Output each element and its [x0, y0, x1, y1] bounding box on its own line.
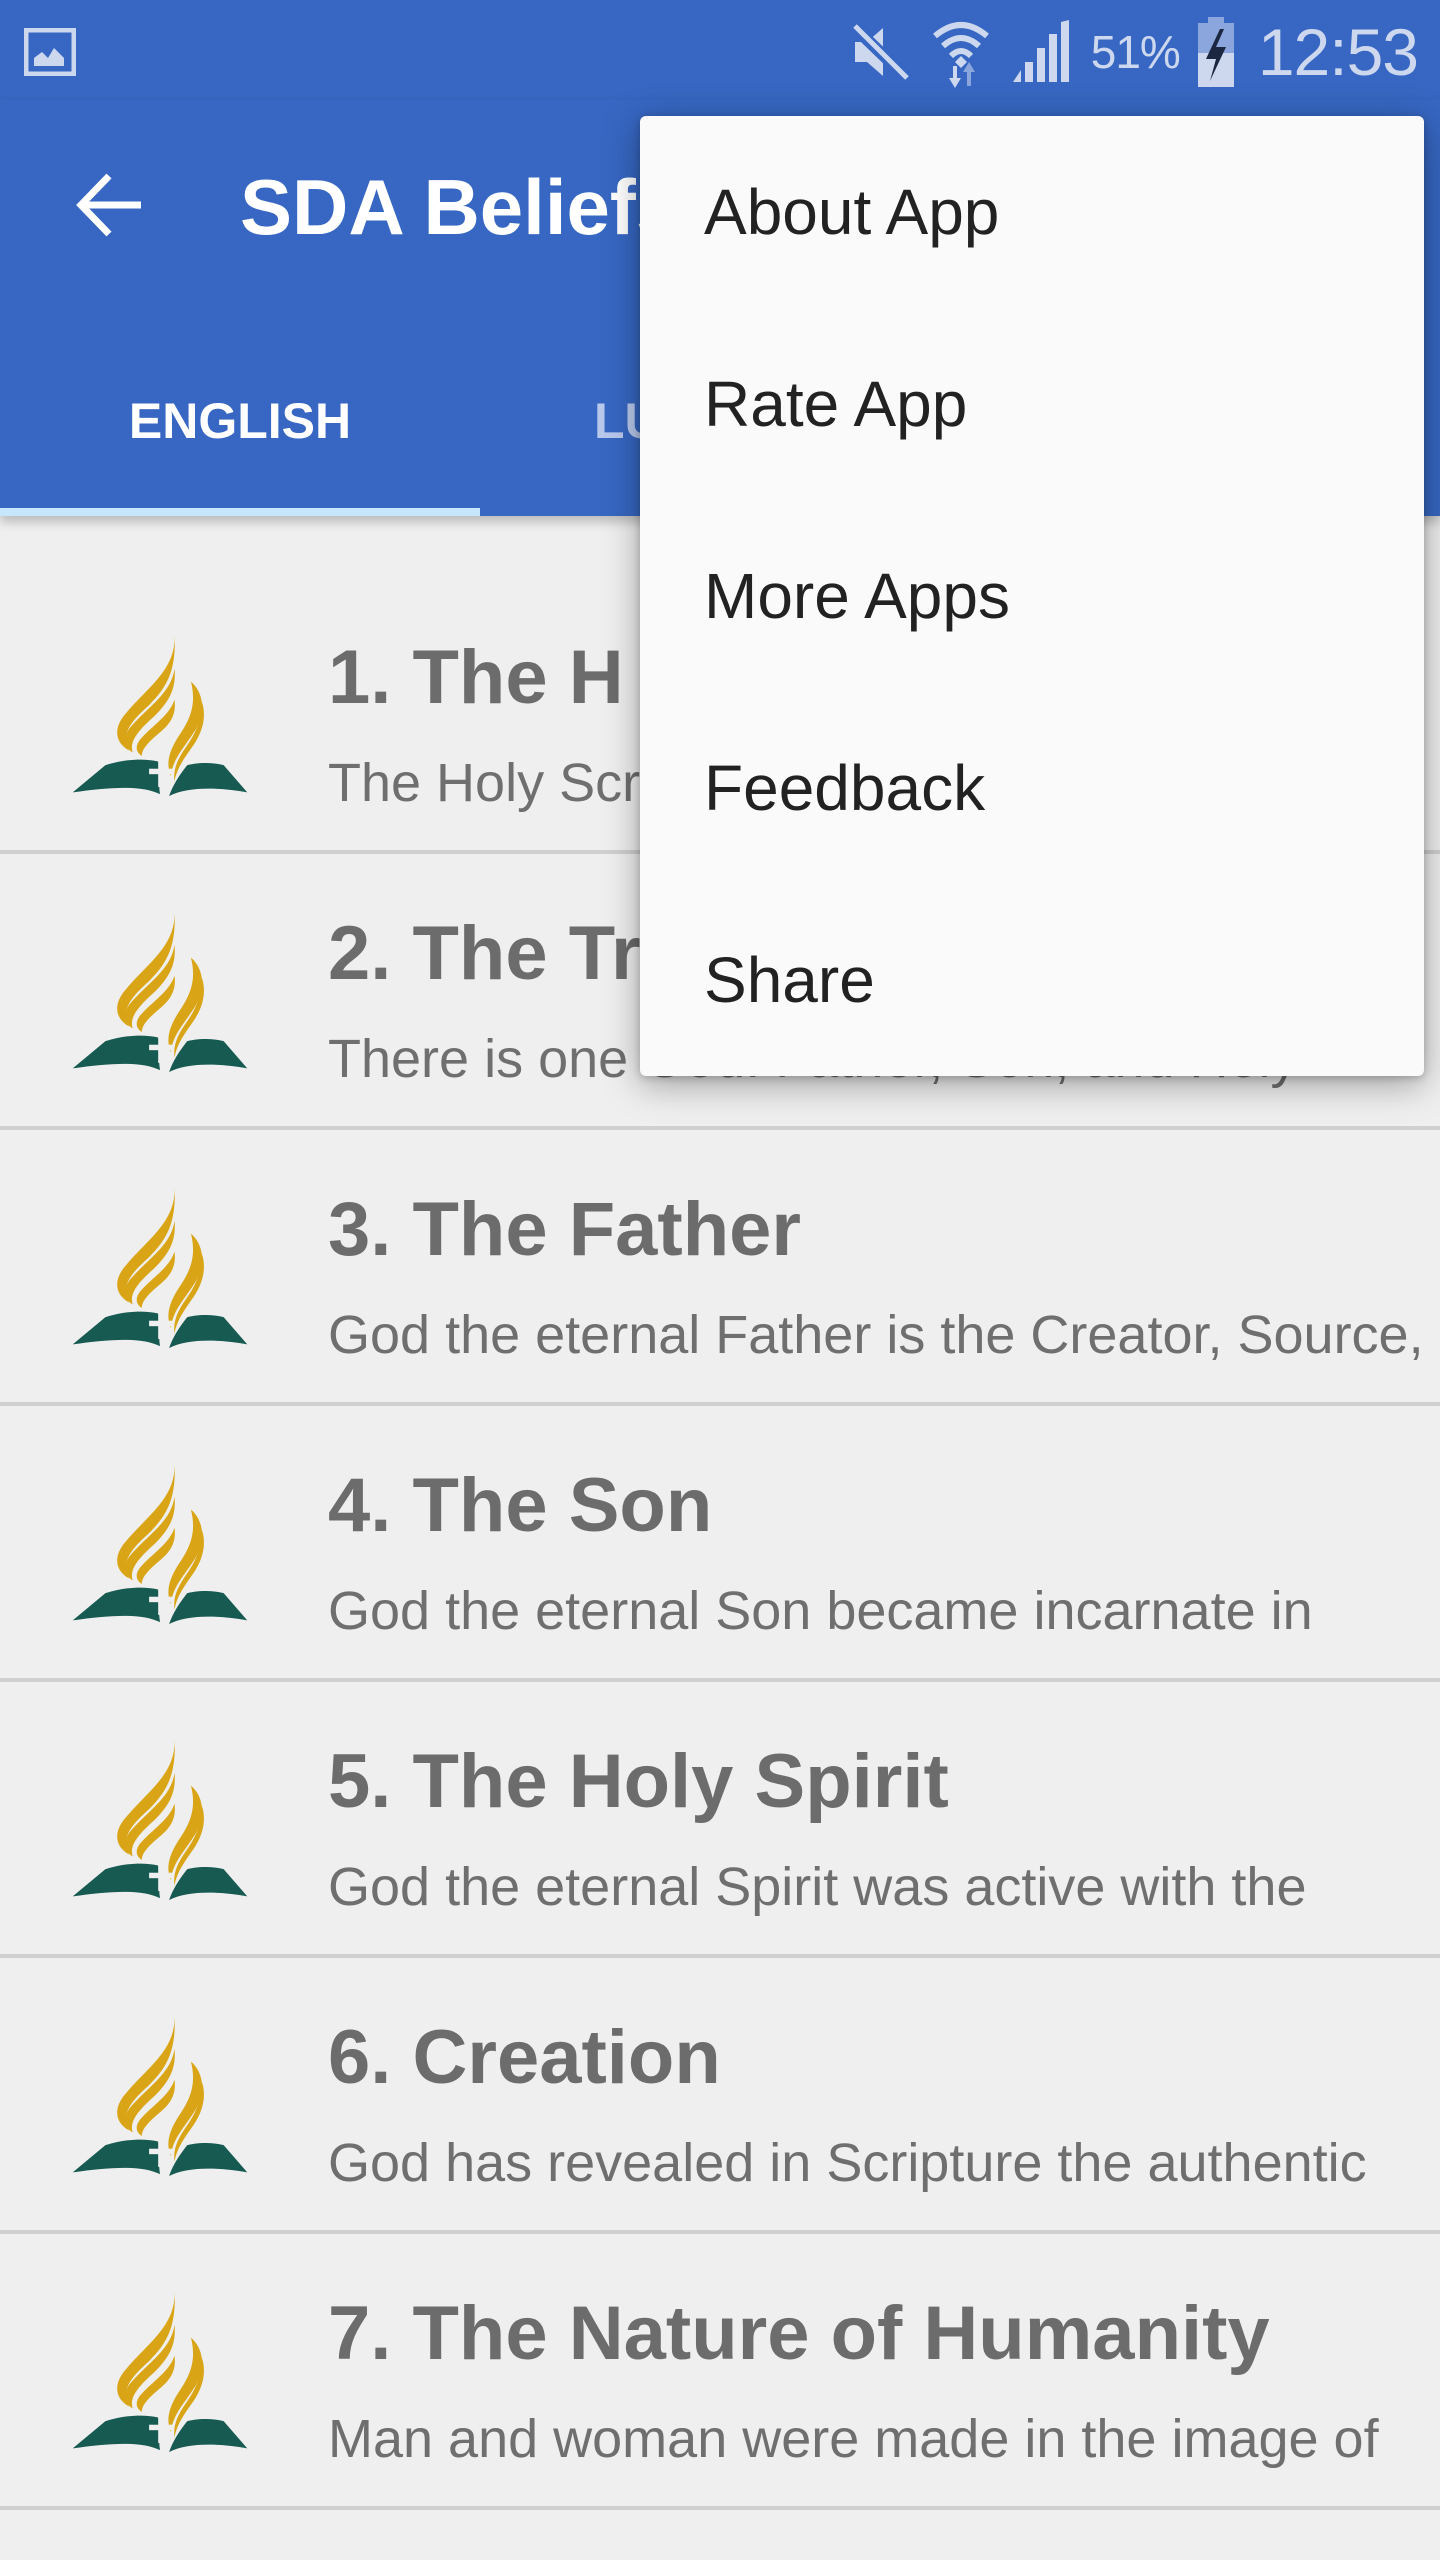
- status-icons: 51% 12:53: [848, 12, 1419, 92]
- sda-logo-icon: [60, 1720, 260, 1920]
- list-item[interactable]: 7. The Nature of Humanity Man and woman …: [0, 2234, 1440, 2510]
- belief-summary: Man and woman were made in the image of: [328, 2409, 1379, 2469]
- status-bar: 51% 12:53: [0, 0, 1440, 100]
- belief-title: 2. The Tr: [328, 911, 641, 996]
- sda-logo-icon: [60, 892, 260, 1092]
- arrow-left-icon: [76, 173, 141, 237]
- belief-title: 6. Creation: [328, 2015, 721, 2100]
- signal-icon: [1012, 20, 1069, 82]
- back-button[interactable]: [60, 160, 160, 250]
- belief-title: 5. The Holy Spirit: [328, 1739, 949, 1824]
- menu-item-more-apps[interactable]: More Apps: [640, 500, 1424, 692]
- mute-icon: [848, 21, 913, 84]
- menu-item-rate-app[interactable]: Rate App: [640, 308, 1424, 500]
- menu-item-feedback[interactable]: Feedback: [640, 692, 1424, 884]
- battery-percent: 51%: [1090, 26, 1181, 78]
- belief-title: 3. The Father: [328, 1187, 801, 1272]
- sda-logo-icon: [60, 1168, 260, 1368]
- belief-summary: God the eternal Father is the Creator, S…: [328, 1305, 1424, 1365]
- clock: 12:53: [1257, 15, 1419, 89]
- belief-title: 7. The Nature of Humanity: [328, 2291, 1270, 2376]
- belief-summary: God has revealed in Scripture the authen…: [328, 2133, 1367, 2193]
- belief-summary: God the eternal Son became incarnate in: [328, 1581, 1313, 1641]
- belief-summary: God the eternal Spirit was active with t…: [328, 1857, 1307, 1917]
- wifi-icon: [932, 22, 989, 88]
- list-item[interactable]: 6. Creation God has revealed in Scriptur…: [0, 1958, 1440, 2234]
- menu-item-about-app[interactable]: About App: [640, 116, 1424, 308]
- overflow-menu: About App Rate App More Apps Feedback Sh…: [640, 116, 1424, 1076]
- tab-label: ENGLISH: [128, 393, 352, 449]
- gallery-notification-icon: [24, 28, 76, 76]
- sda-logo-icon: [60, 2272, 260, 2472]
- belief-title: 4. The Son: [328, 1463, 713, 1548]
- belief-title: 1. The H: [328, 635, 624, 720]
- list-item[interactable]: 5. The Holy Spirit God the eternal Spiri…: [0, 1682, 1440, 1958]
- sda-logo-icon: [60, 616, 260, 816]
- menu-item-share[interactable]: Share: [640, 884, 1424, 1076]
- sda-logo-icon: [60, 1444, 260, 1644]
- sda-logo-icon: [60, 1996, 260, 2196]
- tab-english[interactable]: ENGLISH: [0, 360, 480, 516]
- belief-summary: The Holy Scr: [328, 753, 641, 813]
- list-item[interactable]: 4. The Son God the eternal Son became in…: [0, 1406, 1440, 1682]
- battery-charging-icon: [1197, 17, 1234, 87]
- list-item[interactable]: 3. The Father God the eternal Father is …: [0, 1130, 1440, 1406]
- page-title: SDA Beliefs: [240, 163, 680, 251]
- tab-indicator: [0, 508, 480, 516]
